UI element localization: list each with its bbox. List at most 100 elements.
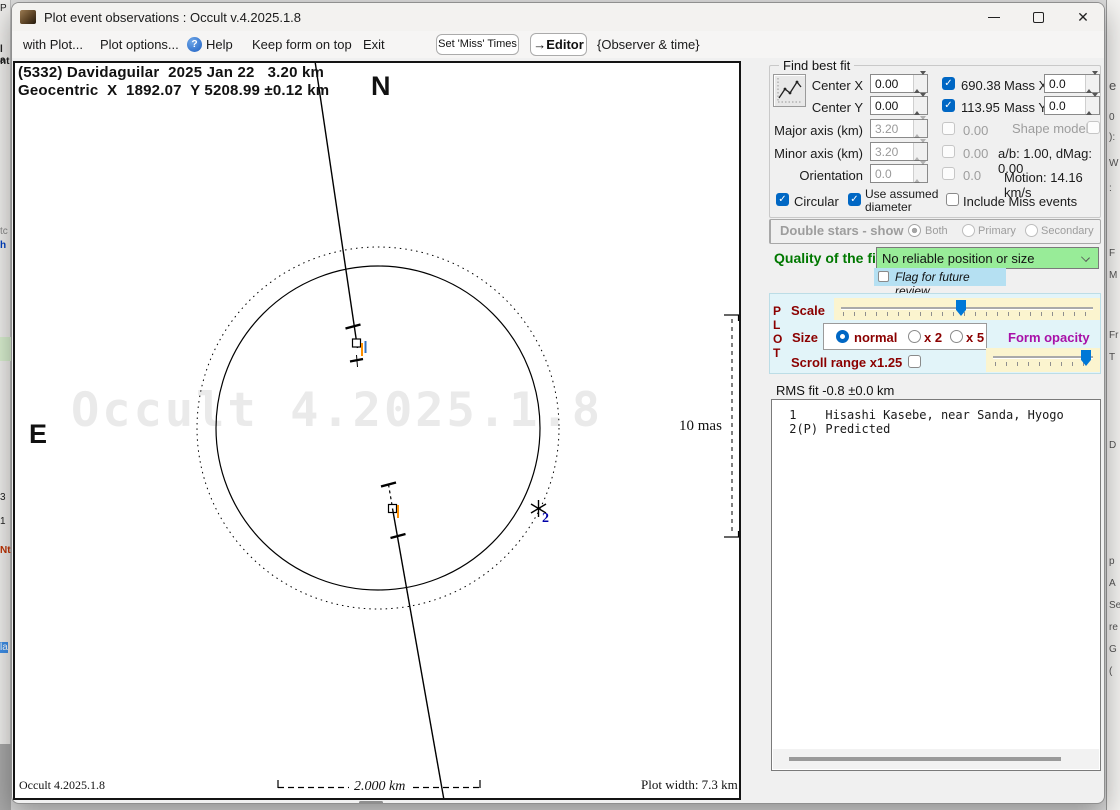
menu-exit[interactable]: Exit	[363, 37, 385, 52]
bg-fragment: nt	[0, 56, 10, 67]
observer-time-label: {Observer & time}	[597, 37, 700, 52]
star-2-label: 2	[542, 511, 549, 526]
size-normal-radio[interactable]	[836, 330, 849, 343]
minimize-button[interactable]	[972, 3, 1016, 31]
chart-icon	[777, 78, 802, 103]
plot-width-label: Plot width: 7.3 km	[641, 777, 738, 792]
include-miss-checkbox[interactable]	[946, 193, 959, 206]
plot-letter-p: P	[773, 304, 782, 318]
spin-down-icon[interactable]	[1092, 93, 1098, 111]
menu-plot-options[interactable]: Plot options...	[100, 37, 179, 52]
chord-1-marker[interactable]	[351, 338, 362, 348]
menu-bar: with Plot... Plot options... ? Help Keep…	[12, 31, 1104, 58]
spin-down-icon[interactable]	[920, 93, 926, 111]
north-label: N	[371, 71, 391, 101]
double-secondary-radio	[1025, 224, 1038, 237]
bg-fragment: ):	[1109, 132, 1116, 143]
center-x-value[interactable]: 0.00	[875, 77, 898, 91]
plot-letter-t: T	[773, 346, 781, 360]
observer-row-1[interactable]: 1 Hisashi Kasebe, near Sanda, Hyogo	[782, 408, 1064, 422]
bg-fragment: 1	[0, 516, 6, 527]
scale-slider[interactable]	[834, 298, 1100, 320]
center-x-spin-buttons[interactable]	[913, 71, 927, 93]
scale-slider-ticks	[843, 312, 1091, 316]
menu-help[interactable]: Help	[206, 37, 233, 52]
spin-down-icon[interactable]	[920, 71, 926, 89]
plot-area[interactable]: Occult 4.2025.1.8 (5332) Davidaguilar 20…	[13, 61, 741, 800]
help-icon[interactable]: ?	[187, 37, 202, 52]
spin-down-icon	[920, 139, 926, 157]
size-x2-label: x 2	[924, 330, 943, 345]
listbox-hscroll-thumb[interactable]	[789, 757, 1061, 761]
opacity-slider[interactable]	[986, 348, 1100, 372]
bg-green-block	[0, 337, 11, 361]
double-primary-label: Primary	[978, 225, 1016, 237]
double-secondary-label: Secondary	[1041, 225, 1094, 237]
mass-y-value[interactable]: 0.0	[1049, 99, 1066, 113]
mass-y-spinner[interactable]: 0.0	[1044, 93, 1100, 115]
center-y-spin-buttons[interactable]	[913, 93, 927, 115]
quality-dropdown[interactable]: No reliable position or size	[876, 247, 1099, 269]
scroll-range-checkbox[interactable]	[908, 355, 921, 368]
plot-scrollbar-thumb[interactable]	[359, 801, 383, 803]
maximize-icon	[1033, 12, 1044, 23]
size-normal-label: normal	[854, 330, 898, 345]
quality-value: No reliable position or size	[882, 251, 1035, 266]
use-assumed-checkbox[interactable]: ✓	[848, 193, 861, 206]
spin-down-icon[interactable]	[1092, 71, 1098, 89]
menu-with-plot[interactable]: with Plot...	[23, 37, 83, 52]
center-y-spinner[interactable]: 0.00	[870, 93, 928, 115]
observer-row-2[interactable]: 2(P) Predicted	[782, 422, 890, 436]
fit-orientation-value: 0.0	[963, 168, 982, 183]
editor-button[interactable]: →Editor	[530, 33, 587, 56]
shape-model-checkbox	[1087, 121, 1100, 134]
title-bar[interactable]: Plot event observations : Occult v.4.202…	[12, 3, 1104, 31]
observer-listbox[interactable]: 1 Hisashi Kasebe, near Sanda, Hyogo 2(P)…	[771, 399, 1101, 771]
plot-letter-l: L	[773, 318, 781, 332]
chord-1-line[interactable]	[314, 61, 359, 349]
shape-model-label: Shape model	[1012, 121, 1089, 136]
east-label: E	[29, 419, 48, 449]
bg-fragment: Fr	[1109, 330, 1119, 341]
bg-fragment: :	[1109, 183, 1112, 194]
menu-keep-form-on-top[interactable]: Keep form on top	[252, 37, 352, 52]
center-x-label: Center X	[811, 78, 863, 93]
set-miss-times-button[interactable]: Set 'Miss' Times	[436, 34, 519, 55]
listbox-hscrollbar[interactable]	[773, 749, 1099, 769]
minimize-icon	[988, 17, 1000, 18]
size-x5-radio[interactable]	[950, 330, 963, 343]
mass-y-label: Mass Y	[1004, 100, 1048, 115]
fit-x-checkbox[interactable]: ✓	[942, 77, 955, 90]
chord-2-line[interactable]	[391, 508, 445, 801]
major-axis-value: 3.20	[875, 122, 899, 136]
mass-x-value[interactable]: 0.0	[1049, 77, 1066, 91]
minor-axis-label: Minor axis (km)	[774, 146, 863, 161]
occult-plot-window: Plot event observations : Occult v.4.202…	[11, 2, 1105, 804]
event-title-line1: (5332) Davidaguilar 2025 Jan 22 3.20 km	[18, 64, 325, 81]
circular-checkbox[interactable]: ✓	[776, 193, 789, 206]
version-label: Occult 4.2025.1.8	[19, 778, 105, 792]
mass-x-spin-buttons[interactable]	[1085, 71, 1099, 93]
circular-label: Circular	[794, 194, 839, 209]
center-y-value[interactable]: 0.00	[875, 99, 898, 113]
fit-x-value: 690.38	[961, 78, 1001, 93]
fit-chart-button[interactable]	[773, 74, 806, 107]
bg-fragment: e	[1109, 78, 1117, 93]
close-icon: ✕	[1077, 9, 1089, 25]
mass-y-spin-buttons[interactable]	[1085, 93, 1099, 115]
flag-review-checkbox[interactable]	[878, 271, 889, 282]
major-axis-spin-buttons	[913, 116, 927, 138]
fit-y-checkbox[interactable]: ✓	[942, 99, 955, 112]
close-button[interactable]: ✕	[1061, 3, 1104, 31]
bg-fragment: G	[1109, 644, 1117, 655]
maximize-button[interactable]	[1016, 3, 1060, 31]
center-x-spinner[interactable]: 0.00	[870, 71, 928, 93]
spin-down-icon	[920, 116, 926, 134]
quality-label: Quality of the fit	[774, 250, 881, 266]
double-primary-radio	[962, 224, 975, 237]
orientation-spin-buttons	[913, 161, 927, 183]
chord-1-disappearance-tick[interactable]	[345, 323, 361, 330]
form-opacity-label: Form opacity	[1008, 330, 1090, 345]
size-x2-radio[interactable]	[908, 330, 921, 343]
mass-x-spinner[interactable]: 0.0	[1044, 71, 1100, 93]
